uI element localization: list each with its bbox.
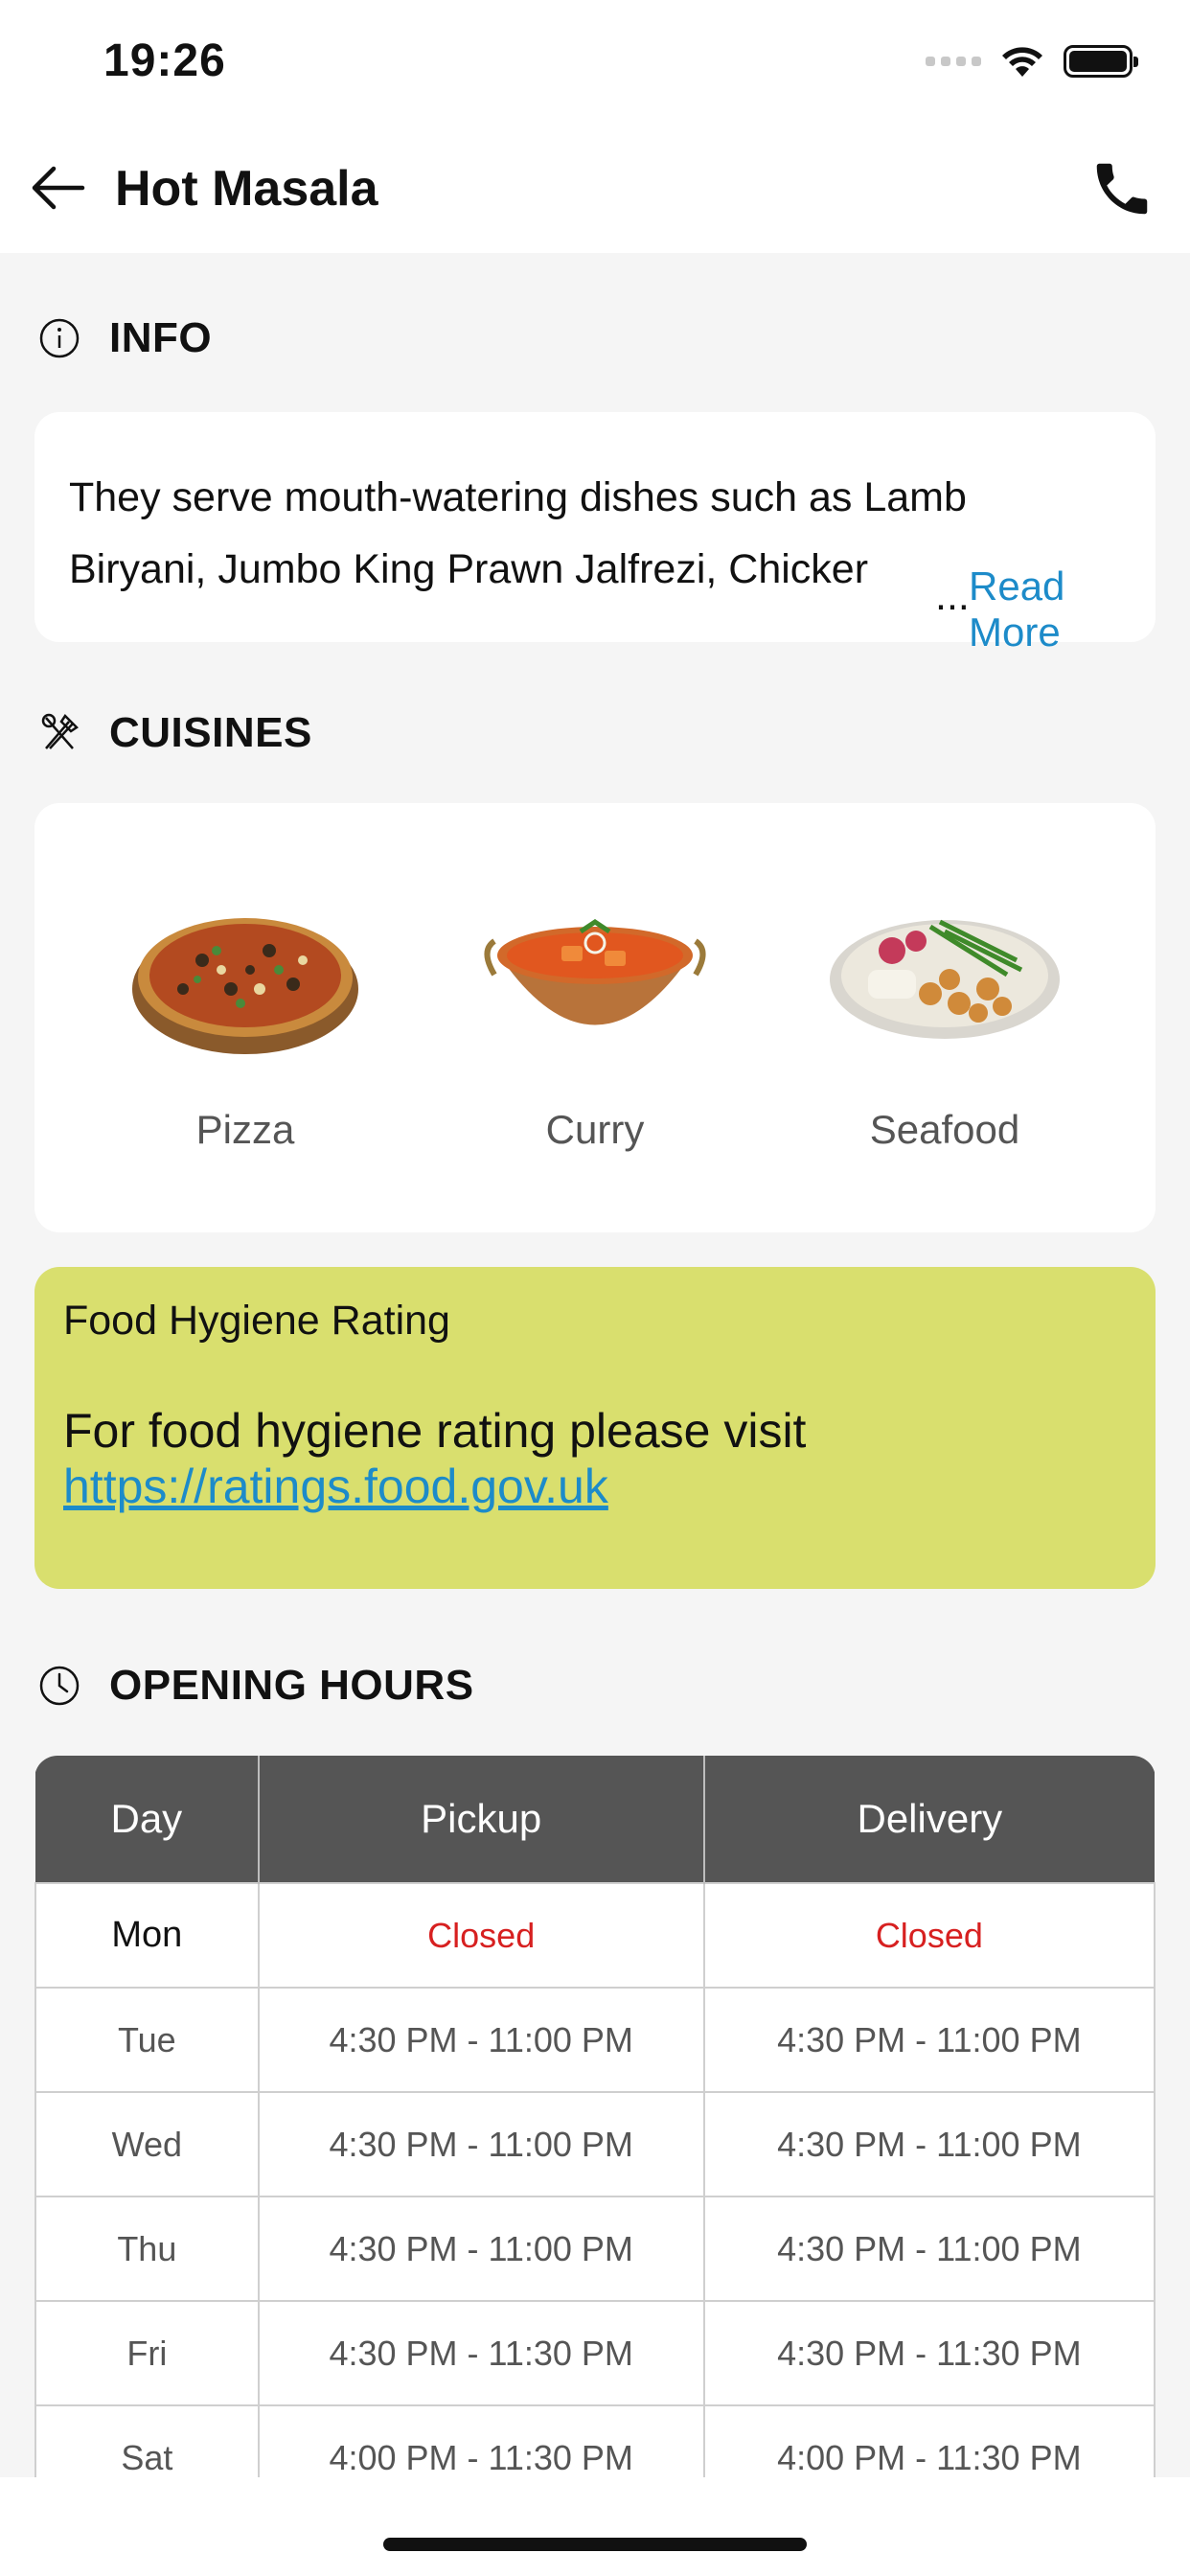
day-cell: Mon	[34, 1882, 260, 1989]
delivery-cell: 4:30 PM - 11:00 PM	[702, 2196, 1156, 2302]
table-row: Mon Closed Closed	[34, 1882, 1156, 1989]
cuisines-section-header: CUISINES	[36, 709, 312, 757]
info-section-header: INFO	[36, 314, 212, 362]
pickup-cell: 4:30 PM - 11:00 PM	[257, 1987, 705, 2093]
pizza-image	[132, 918, 358, 1054]
navigation-bar: Hot Masala	[0, 125, 1190, 253]
page-title: Hot Masala	[115, 161, 378, 217]
info-ellipsis: ...	[935, 573, 970, 619]
opening-hours-heading: OPENING HOURS	[109, 1662, 474, 1709]
table-row: Fri 4:30 PM - 11:30 PM 4:30 PM - 11:30 P…	[34, 2300, 1156, 2406]
table-row: Thu 4:30 PM - 11:00 PM 4:30 PM - 11:00 P…	[34, 2196, 1156, 2302]
pickup-cell: 4:30 PM - 11:30 PM	[257, 2300, 705, 2406]
arrow-left-icon	[32, 166, 85, 210]
hygiene-body: For food hygiene rating please visit	[63, 1404, 807, 1458]
delivery-cell: Closed	[702, 1882, 1156, 1989]
delivery-cell: 4:30 PM - 11:00 PM	[702, 2091, 1156, 2197]
status-icons	[926, 44, 1138, 79]
hygiene-title: Food Hygiene Rating	[63, 1298, 450, 1344]
column-header-pickup: Pickup	[258, 1756, 705, 1883]
delivery-cell: 4:30 PM - 11:00 PM	[702, 1987, 1156, 2093]
cuisines-heading: CUISINES	[109, 709, 312, 756]
status-time: 19:26	[103, 35, 226, 86]
status-bar: 19:26	[0, 0, 1190, 125]
curry-image	[484, 918, 706, 1025]
seafood-image	[830, 919, 1060, 1039]
column-header-delivery: Delivery	[703, 1756, 1155, 1883]
home-indicator-area	[0, 2477, 1190, 2576]
info-heading: INFO	[109, 314, 213, 361]
column-header-day: Day	[35, 1756, 260, 1883]
cuisine-name-curry: Curry	[545, 1107, 645, 1152]
cuisine-item-pizza[interactable]: Pizza	[102, 884, 389, 1153]
home-indicator[interactable]	[383, 2538, 807, 2551]
day-cell: Fri	[34, 2300, 260, 2406]
cuisine-name-seafood: Seafood	[869, 1107, 1020, 1152]
cuisine-name-pizza: Pizza	[195, 1107, 295, 1152]
info-line-1: They serve mouth-watering dishes such as…	[69, 474, 967, 520]
opening-hours-table: Day Pickup Delivery Mon Closed Closed Tu…	[34, 1756, 1156, 2511]
food-hygiene-card: Food Hygiene Rating For food hygiene rat…	[34, 1267, 1156, 1589]
opening-hours-section-header: OPENING HOURS	[36, 1662, 474, 1710]
pickup-cell: 4:30 PM - 11:00 PM	[257, 2196, 705, 2302]
day-cell: Thu	[34, 2196, 260, 2302]
day-cell: Wed	[34, 2091, 260, 2197]
cuisines-card: Pizza Curry Seafood	[34, 803, 1156, 1232]
delivery-cell: 4:30 PM - 11:30 PM	[702, 2300, 1156, 2406]
call-button[interactable]	[1088, 155, 1156, 222]
info-circle-icon	[39, 318, 80, 358]
back-button[interactable]	[27, 157, 88, 218]
pickup-cell: Closed	[257, 1882, 705, 1989]
cellular-signal-icon	[926, 57, 981, 66]
read-more-link[interactable]: Read More	[969, 564, 1156, 656]
table-row: Tue 4:30 PM - 11:00 PM 4:30 PM - 11:00 P…	[34, 1987, 1156, 2093]
clock-icon	[39, 1666, 80, 1706]
pickup-cell: 4:30 PM - 11:00 PM	[257, 2091, 705, 2197]
day-cell: Tue	[34, 1987, 260, 2093]
table-row: Wed 4:30 PM - 11:00 PM 4:30 PM - 11:00 P…	[34, 2091, 1156, 2197]
wifi-icon	[1002, 47, 1042, 77]
cuisine-item-curry[interactable]: Curry	[451, 884, 739, 1153]
table-header-row: Day Pickup Delivery	[35, 1756, 1155, 1883]
phone-icon	[1096, 163, 1148, 215]
info-card: They serve mouth-watering dishes such as…	[34, 412, 1156, 655]
utensils-icon	[41, 713, 79, 749]
hygiene-link[interactable]: https://ratings.food.gov.uk	[63, 1459, 608, 1514]
cuisine-item-seafood[interactable]: Seafood	[801, 884, 1088, 1153]
battery-icon	[1064, 45, 1138, 78]
